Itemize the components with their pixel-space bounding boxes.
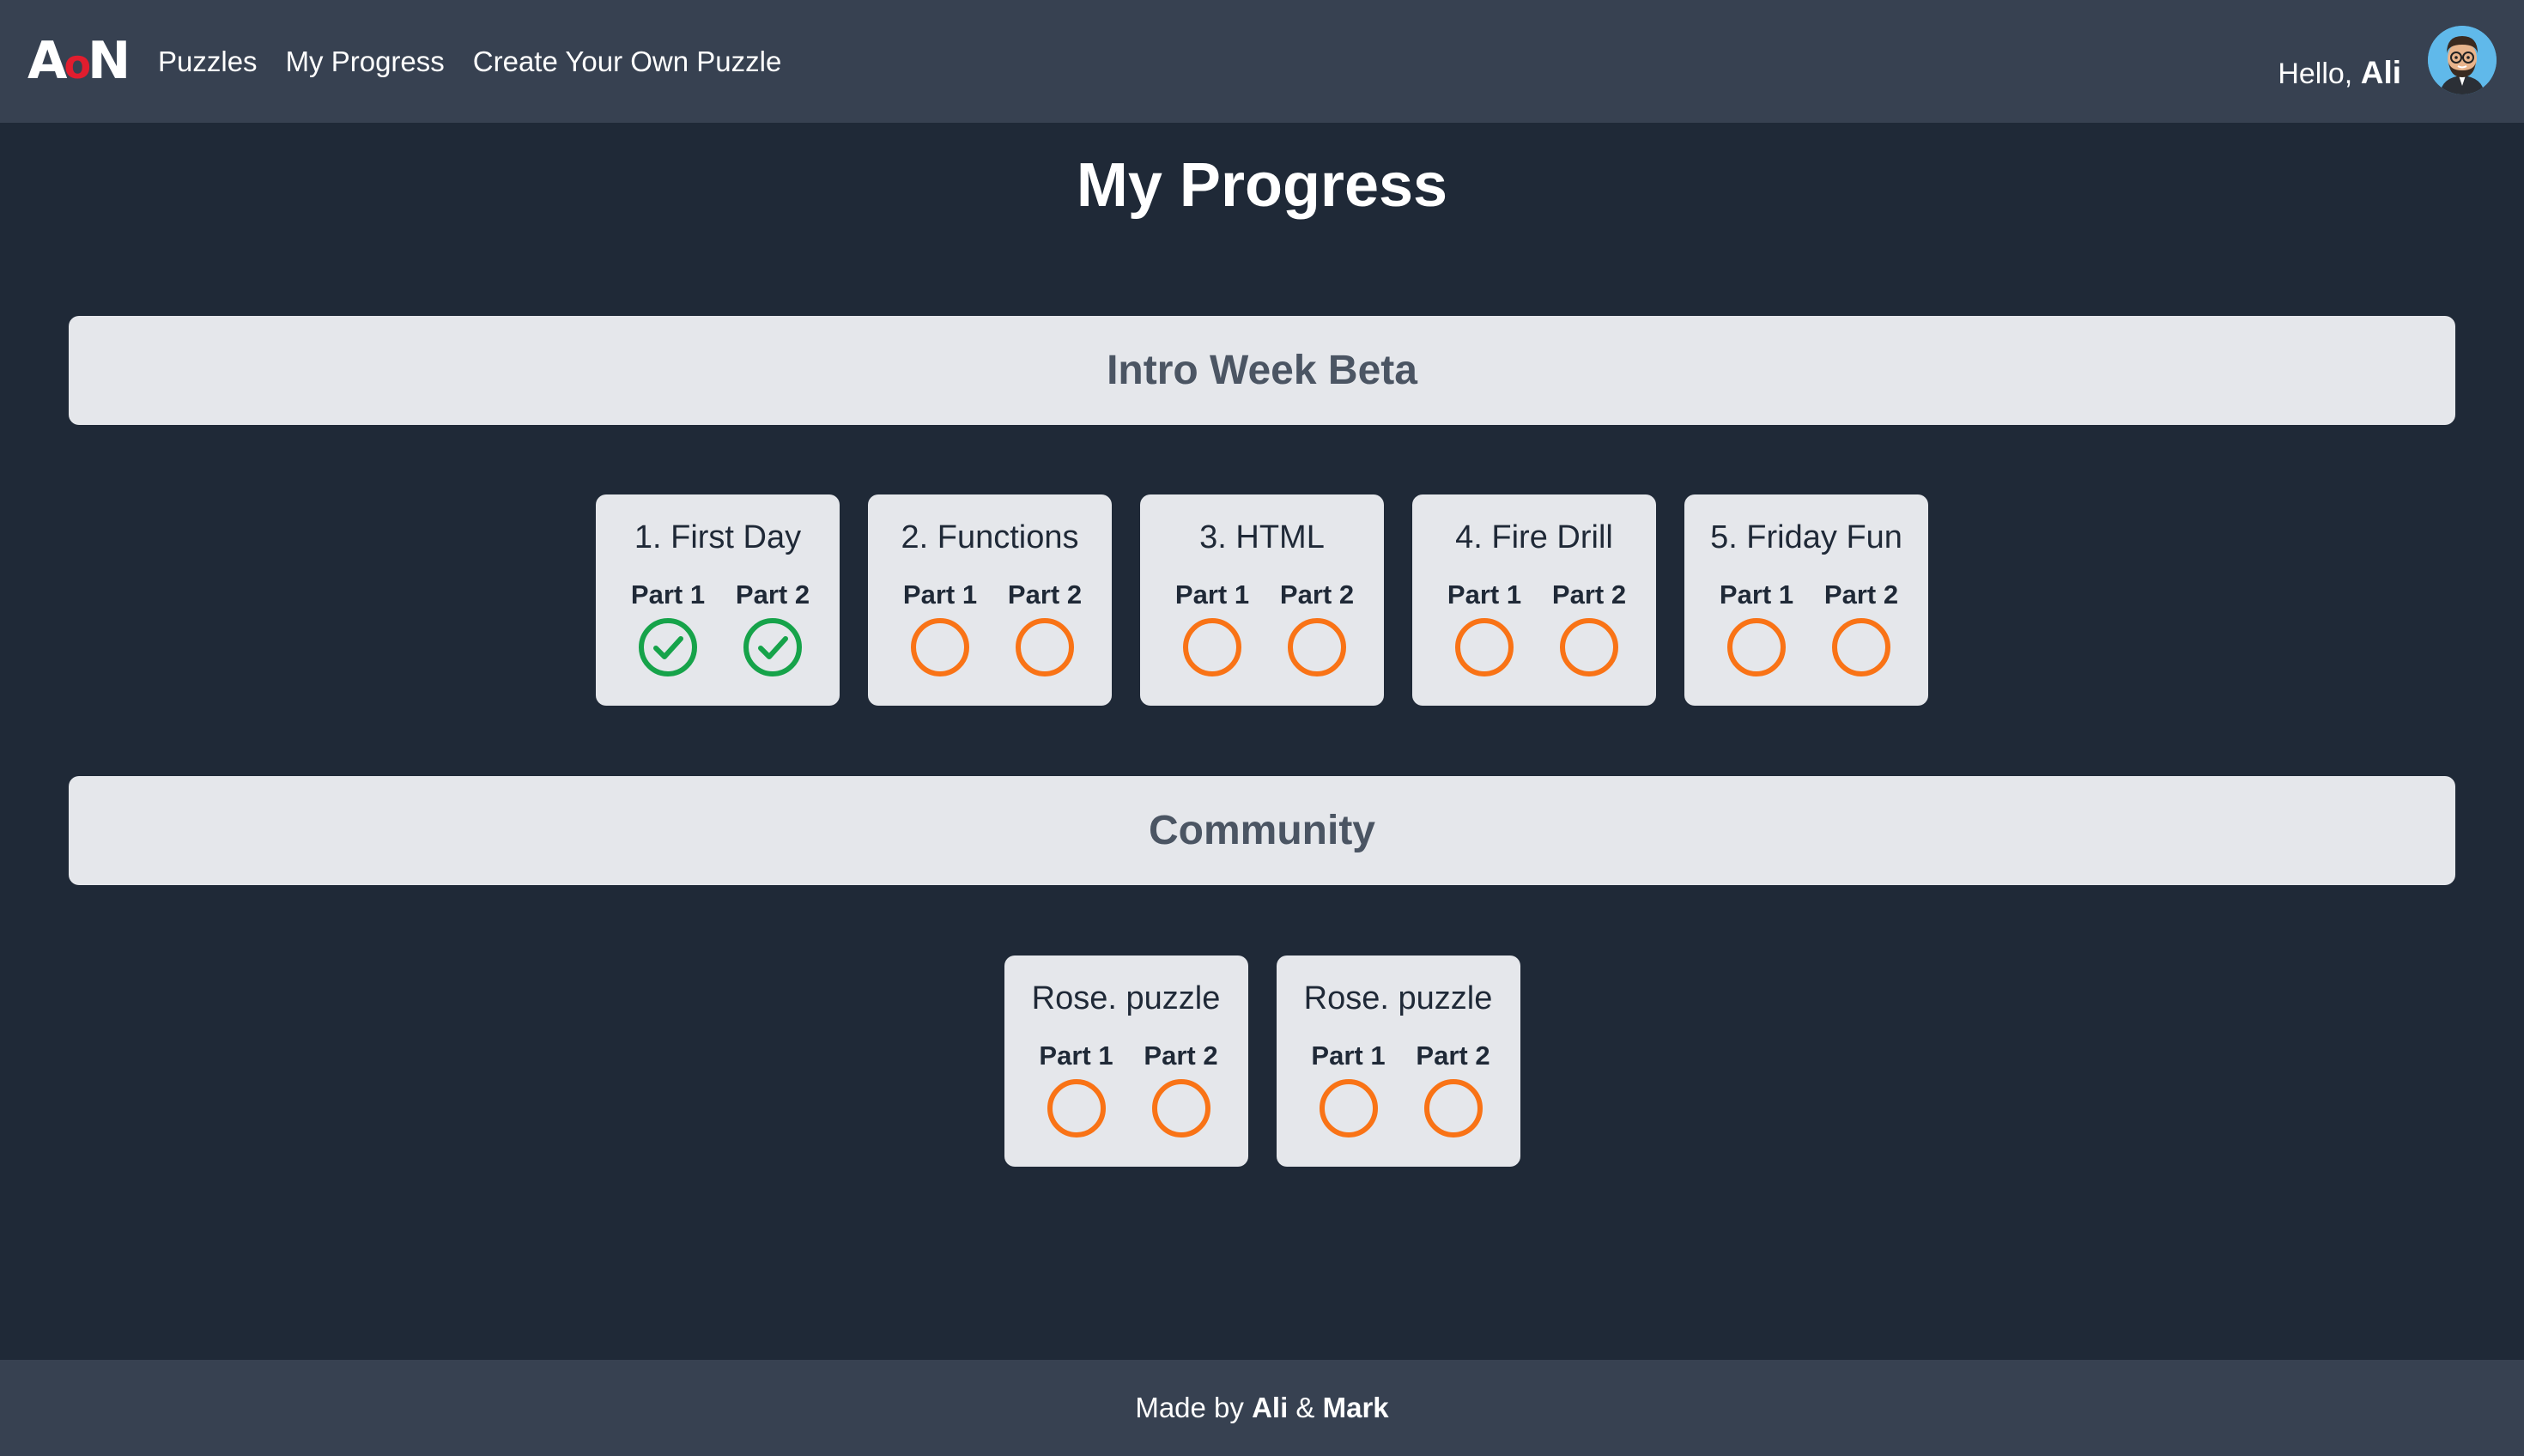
puzzle-title: 5. Friday Fun: [1710, 519, 1902, 555]
part-label: Part 2: [1007, 579, 1083, 610]
part-label: Part 2: [1279, 579, 1355, 610]
empty-circle-icon: [1832, 618, 1890, 676]
puzzle-part-1[interactable]: Part 1: [1704, 577, 1809, 678]
footer-prefix: Made by: [1135, 1392, 1244, 1423]
empty-circle-icon: [911, 618, 969, 676]
nav-link-create-puzzle[interactable]: Create Your Own Puzzle: [473, 39, 782, 84]
puzzle-cards-row: 1. First Day Part 1 Part 2 2. Functions …: [0, 494, 2524, 706]
footer: Made by Ali & Mark: [0, 1360, 2524, 1456]
puzzle-title: 3. HTML: [1199, 519, 1325, 555]
logo-letter-a: A: [27, 31, 67, 91]
app-logo[interactable]: AoN: [27, 31, 130, 91]
empty-circle-icon: [1319, 1079, 1378, 1138]
part-label: Part 1: [1039, 1040, 1113, 1071]
empty-circle-icon: [1016, 618, 1074, 676]
section-header-community: Community: [69, 776, 2455, 885]
puzzle-part-1[interactable]: Part 1: [1296, 1038, 1401, 1139]
puzzle-part-2[interactable]: Part 2: [1537, 577, 1641, 678]
empty-circle-icon: [1047, 1079, 1106, 1138]
puzzle-title: 4. Fire Drill: [1455, 519, 1613, 555]
puzzle-card[interactable]: 2. Functions Part 1 Part 2: [868, 494, 1112, 706]
puzzle-part-2[interactable]: Part 2: [1265, 577, 1369, 678]
logo-letter-n: N: [88, 31, 130, 91]
greeting-username: Ali: [2360, 55, 2401, 90]
avatar-face-icon: [2428, 26, 2497, 94]
puzzle-part-2[interactable]: Part 2: [1809, 577, 1914, 678]
puzzle-title: Rose. puzzle: [1031, 980, 1221, 1016]
part-label: Part 1: [1311, 1040, 1386, 1071]
nav-link-my-progress[interactable]: My Progress: [286, 39, 445, 84]
puzzle-part-1[interactable]: Part 1: [1024, 1038, 1129, 1139]
puzzle-card[interactable]: 4. Fire Drill Part 1 Part 2: [1412, 494, 1656, 706]
part-label: Part 1: [902, 579, 978, 610]
part-label: Part 2: [1416, 1040, 1490, 1071]
puzzle-part-2[interactable]: Part 2: [1129, 1038, 1234, 1139]
puzzle-title: 1. First Day: [634, 519, 802, 555]
empty-circle-icon: [1288, 618, 1346, 676]
puzzle-card[interactable]: 1. First Day Part 1 Part 2: [596, 494, 840, 706]
puzzle-part-2[interactable]: Part 2: [720, 577, 825, 678]
check-circle-icon: [639, 618, 697, 676]
part-label: Part 1: [1719, 579, 1794, 610]
puzzle-part-1[interactable]: Part 1: [1160, 577, 1265, 678]
puzzle-part-2[interactable]: Part 2: [1401, 1038, 1506, 1139]
puzzle-title: Rose. puzzle: [1303, 980, 1493, 1016]
section-header-intro-week-beta: Intro Week Beta: [69, 316, 2455, 425]
puzzle-part-2[interactable]: Part 2: [992, 577, 1097, 678]
logo-letter-o: o: [64, 41, 91, 88]
check-circle-icon: [743, 618, 802, 676]
empty-circle-icon: [1727, 618, 1786, 676]
user-avatar[interactable]: [2428, 26, 2497, 94]
puzzle-card[interactable]: 5. Friday Fun Part 1 Part 2: [1684, 494, 1928, 706]
puzzle-part-1[interactable]: Part 1: [616, 577, 720, 678]
puzzle-card[interactable]: 3. HTML Part 1 Part 2: [1140, 494, 1384, 706]
puzzle-cards-row: Rose. puzzle Part 1 Part 2 Rose. puzzle …: [0, 956, 2524, 1167]
page-title: My Progress: [1076, 151, 1448, 220]
puzzle-part-1[interactable]: Part 1: [888, 577, 992, 678]
nav-link-puzzles[interactable]: Puzzles: [158, 39, 258, 84]
empty-circle-icon: [1151, 1079, 1210, 1138]
footer-author-ali: Ali: [1252, 1392, 1289, 1423]
empty-circle-icon: [1455, 618, 1514, 676]
part-label: Part 2: [1551, 579, 1627, 610]
footer-joiner: &: [1295, 1392, 1315, 1423]
greeting-prefix: Hello,: [2278, 58, 2353, 90]
navbar: AoN Puzzles My Progress Create Your Own …: [0, 0, 2524, 123]
empty-circle-icon: [1183, 618, 1241, 676]
part-label: Part 2: [1144, 1040, 1218, 1071]
empty-circle-icon: [1423, 1079, 1483, 1138]
empty-circle-icon: [1560, 618, 1618, 676]
puzzle-part-1[interactable]: Part 1: [1432, 577, 1537, 678]
puzzle-card[interactable]: Rose. puzzle Part 1 Part 2: [1276, 956, 1520, 1167]
part-label: Part 1: [1447, 579, 1522, 610]
puzzle-card[interactable]: Rose. puzzle Part 1 Part 2: [1004, 956, 1248, 1167]
footer-author-mark: Mark: [1322, 1392, 1389, 1423]
user-greeting: Hello, Ali: [2278, 53, 2401, 94]
part-label: Part 2: [735, 579, 810, 610]
part-label: Part 1: [630, 579, 706, 610]
puzzle-title: 2. Functions: [901, 519, 1079, 555]
part-label: Part 1: [1174, 579, 1250, 610]
nav-links: Puzzles My Progress Create Your Own Puzz…: [158, 39, 810, 84]
part-label: Part 2: [1823, 579, 1899, 610]
